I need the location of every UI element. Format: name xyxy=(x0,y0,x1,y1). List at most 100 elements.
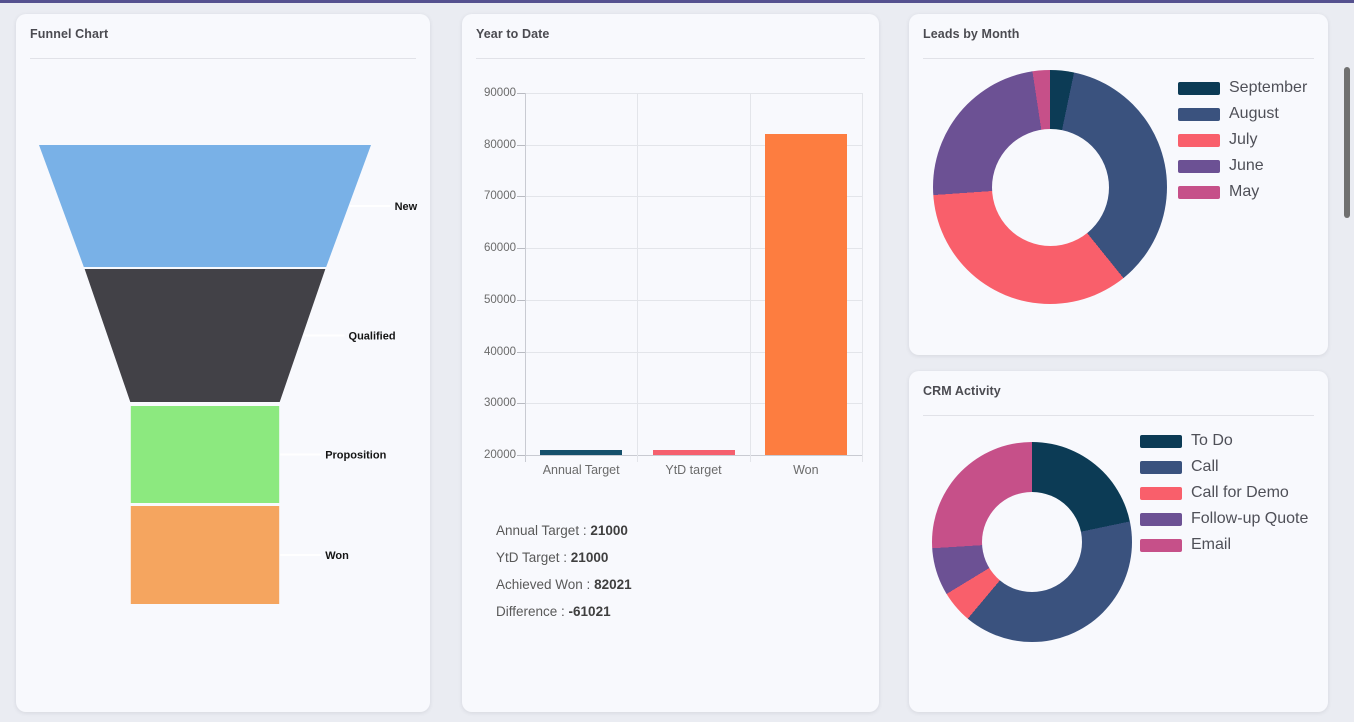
funnel-stage-label: Proposition xyxy=(325,450,386,462)
crm-activity-panel: CRM Activity To Do Call Call for Demo Follo… xyxy=(909,371,1328,712)
legend-swatch xyxy=(1178,185,1220,199)
crm-legend: To Do Call Call for Demo Follow-up Quote Ema… xyxy=(1140,428,1308,558)
ytd-summary: Annual Target : 21000 YtD Target : 21000 A… xyxy=(496,517,632,625)
bar-ytd-target[interactable] xyxy=(652,449,735,455)
y-axis-tick xyxy=(517,403,525,405)
divider xyxy=(476,58,865,59)
summary-label: Annual Target : xyxy=(496,523,591,538)
legend-item[interactable]: June xyxy=(1178,153,1307,179)
funnel-stage-label: Qualified xyxy=(349,331,396,343)
legend-label: July xyxy=(1229,131,1258,148)
summary-line: YtD Target : 21000 xyxy=(496,544,632,571)
gridline xyxy=(749,93,751,462)
legend-label: May xyxy=(1229,183,1260,200)
legend-swatch xyxy=(1178,81,1220,95)
legend-item[interactable]: August xyxy=(1178,101,1307,127)
y-axis-tick xyxy=(517,93,525,94)
legend-item[interactable]: Call xyxy=(1140,454,1308,480)
y-axis-tick xyxy=(517,144,525,146)
bar-annual-target[interactable] xyxy=(540,449,623,455)
legend-label: Call for Demo xyxy=(1191,484,1289,501)
funnel-stage-qualified[interactable] xyxy=(84,269,326,402)
summary-value: 21000 xyxy=(590,523,628,538)
funnel-stage-label: Won xyxy=(325,550,349,562)
crm-donut-chart[interactable] xyxy=(932,442,1132,642)
summary-label: Difference : xyxy=(496,604,569,619)
x-axis-tick-label: YtD target xyxy=(665,463,722,477)
donut-hole xyxy=(982,492,1082,592)
summary-value: 21000 xyxy=(570,550,609,565)
gridline xyxy=(525,93,526,462)
legend-swatch xyxy=(1140,486,1182,500)
summary-line: Annual Target : 21000 xyxy=(496,517,632,544)
legend-label: Follow-up Quote xyxy=(1191,510,1309,527)
funnel-stage-new[interactable] xyxy=(39,145,371,267)
legend-label: August xyxy=(1229,105,1279,122)
legend-swatch xyxy=(1140,512,1182,526)
bar-won[interactable] xyxy=(764,134,847,455)
gridline xyxy=(525,455,862,456)
y-axis-tick-label: 50000 xyxy=(484,293,516,306)
legend-item[interactable]: July xyxy=(1178,127,1307,153)
legend-swatch xyxy=(1178,159,1220,173)
funnel-chart[interactable]: New Qualified Proposition Won xyxy=(16,58,430,712)
y-axis-tick xyxy=(517,248,525,250)
summary-value: 82021 xyxy=(594,577,632,592)
legend-swatch xyxy=(1140,538,1182,552)
y-axis-tick-label: 70000 xyxy=(484,190,516,203)
funnel-stage-proposition[interactable] xyxy=(130,406,280,503)
legend-label: September xyxy=(1229,79,1308,96)
x-axis-tick-label: Annual Target xyxy=(542,463,620,477)
y-axis-tick-label: 60000 xyxy=(484,242,516,255)
funnel-stage-won[interactable] xyxy=(130,506,280,604)
summary-label: Achieved Won : xyxy=(496,577,595,592)
legend-label: Call xyxy=(1191,458,1219,475)
legend-item[interactable]: Follow-up Quote xyxy=(1140,506,1308,532)
divider xyxy=(923,58,1314,59)
summary-label: YtD Target : xyxy=(496,550,571,565)
summary-line: Achieved Won : 82021 xyxy=(496,571,632,598)
divider xyxy=(923,415,1314,416)
panel-title-crm: CRM Activity xyxy=(923,384,1001,398)
funnel-stage-label: New xyxy=(395,201,418,213)
funnel-svg: New Qualified Proposition Won xyxy=(39,145,418,604)
legend-label: To Do xyxy=(1191,432,1233,449)
summary-line: Difference : -61021 xyxy=(496,598,632,625)
year-to-date-panel: Year to Date 90000 80000 70000 60000 50000 40… xyxy=(462,14,879,712)
panel-title-leads: Leads by Month xyxy=(923,27,1020,41)
y-axis-tick-label: 20000 xyxy=(484,449,516,461)
legend-item[interactable]: September xyxy=(1178,75,1307,101)
legend-item[interactable]: May xyxy=(1178,179,1307,205)
y-axis-tick xyxy=(517,455,525,456)
leads-by-month-panel: Leads by Month September August July June Ma… xyxy=(909,14,1328,355)
gridline xyxy=(637,93,639,462)
legend-swatch xyxy=(1140,434,1182,448)
legend-label: Email xyxy=(1191,536,1232,553)
panel-title-funnel: Funnel Chart xyxy=(30,27,109,41)
panel-title-ytd: Year to Date xyxy=(476,27,550,41)
ytd-bar-chart[interactable]: 90000 80000 70000 60000 50000 40000 30000 20000… xyxy=(484,87,863,477)
funnel-chart-panel: Funnel Chart New Qualified Proposition Won xyxy=(16,14,430,712)
summary-value: -61021 xyxy=(568,604,611,619)
leads-legend: September August July June May xyxy=(1178,75,1307,205)
legend-item[interactable]: To Do xyxy=(1140,428,1308,454)
gridline xyxy=(862,93,863,462)
y-axis-tick xyxy=(517,351,525,353)
y-axis-tick xyxy=(517,196,525,198)
y-axis-tick-label: 40000 xyxy=(484,345,516,358)
x-axis-tick-label: Won xyxy=(793,463,819,477)
legend-item[interactable]: Email xyxy=(1140,532,1308,558)
legend-swatch xyxy=(1178,107,1220,121)
legend-swatch xyxy=(1178,133,1220,147)
y-axis-tick-label: 90000 xyxy=(484,87,516,99)
leads-donut-chart[interactable] xyxy=(933,70,1167,304)
y-axis-tick-label: 80000 xyxy=(484,138,516,151)
window-top-accent xyxy=(0,0,1354,3)
legend-item[interactable]: Call for Demo xyxy=(1140,480,1308,506)
scrollbar-thumb[interactable] xyxy=(1344,67,1350,218)
legend-label: June xyxy=(1229,157,1264,174)
donut-hole xyxy=(991,128,1109,246)
y-axis-tick-label: 30000 xyxy=(484,397,516,410)
legend-swatch xyxy=(1140,460,1182,474)
y-axis-tick xyxy=(517,299,525,301)
